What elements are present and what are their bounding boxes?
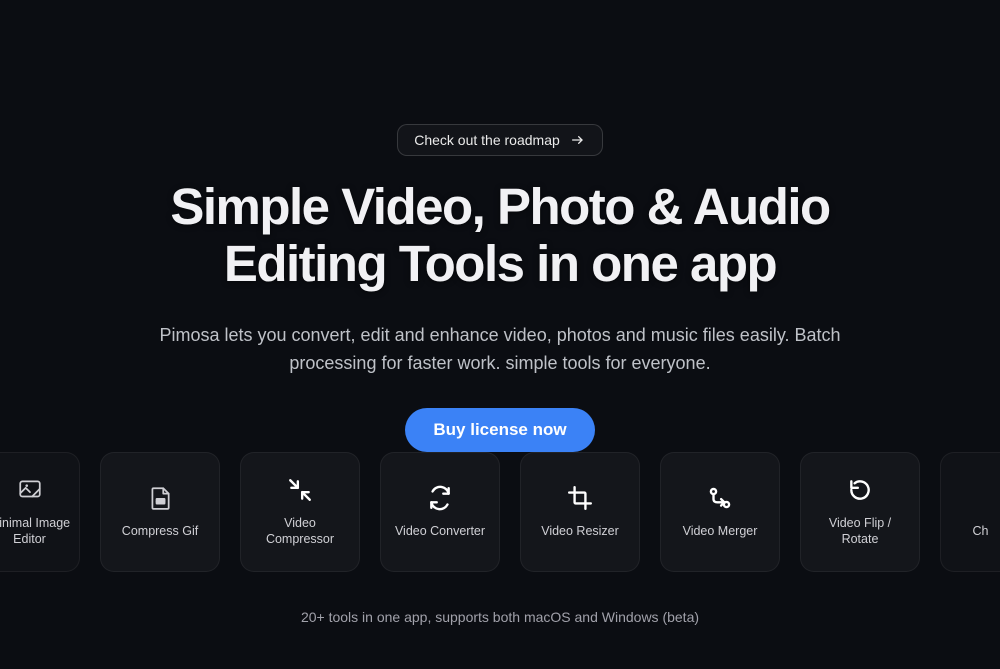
hero-headline: Simple Video, Photo & Audio Editing Tool…: [170, 178, 829, 292]
tools-footnote: 20+ tools in one app, supports both macO…: [0, 609, 1000, 625]
rotate-icon: [846, 476, 874, 504]
image-edit-icon: [16, 476, 44, 504]
tools-carousel: Minimal Image Editor GIF Compress Gif: [0, 452, 1000, 582]
landing-hero: Check out the roadmap Simple Video, Phot…: [0, 0, 1000, 669]
hero-subheadline: Pimosa lets you convert, edit and enhanc…: [130, 322, 870, 378]
buy-license-label: Buy license now: [433, 420, 566, 439]
roadmap-link[interactable]: Check out the roadmap: [397, 124, 603, 156]
tool-card-minimal-image-editor[interactable]: Minimal Image Editor: [0, 452, 80, 572]
tool-card-video-flip-rotate[interactable]: Video Flip / Rotate: [800, 452, 920, 572]
tool-card-video-converter[interactable]: Video Converter: [380, 452, 500, 572]
tool-label: Video Converter: [387, 524, 493, 540]
compress-icon: [286, 476, 314, 504]
tool-card-compress-gif[interactable]: GIF Compress Gif: [100, 452, 220, 572]
tool-card-next[interactable]: Ch: [940, 452, 1000, 572]
tool-label: Compress Gif: [114, 524, 206, 540]
roadmap-link-label: Check out the roadmap: [414, 132, 560, 148]
tool-label: Video Flip / Rotate: [801, 516, 919, 547]
hero-headline-line-1: Simple Video, Photo & Audio: [170, 178, 829, 235]
convert-icon: [426, 484, 454, 512]
tool-card-video-compressor[interactable]: Video Compressor: [240, 452, 360, 572]
buy-license-button[interactable]: Buy license now: [405, 408, 594, 452]
tool-label: Video Compressor: [241, 516, 359, 547]
tool-label: Video Resizer: [533, 524, 627, 540]
merge-icon: [706, 484, 734, 512]
tool-card-video-merger[interactable]: Video Merger: [660, 452, 780, 572]
tool-label: Minimal Image Editor: [0, 516, 79, 547]
tool-label: Ch: [965, 524, 997, 540]
tool-card-video-resizer[interactable]: Video Resizer: [520, 452, 640, 572]
arrow-right-icon: [570, 132, 586, 148]
svg-text:GIF: GIF: [156, 499, 164, 505]
placeholder-icon: [967, 484, 995, 512]
hero-headline-line-2: Editing Tools in one app: [224, 235, 776, 292]
crop-icon: [566, 484, 594, 512]
gif-icon: GIF: [146, 484, 174, 512]
tool-label: Video Merger: [675, 524, 766, 540]
